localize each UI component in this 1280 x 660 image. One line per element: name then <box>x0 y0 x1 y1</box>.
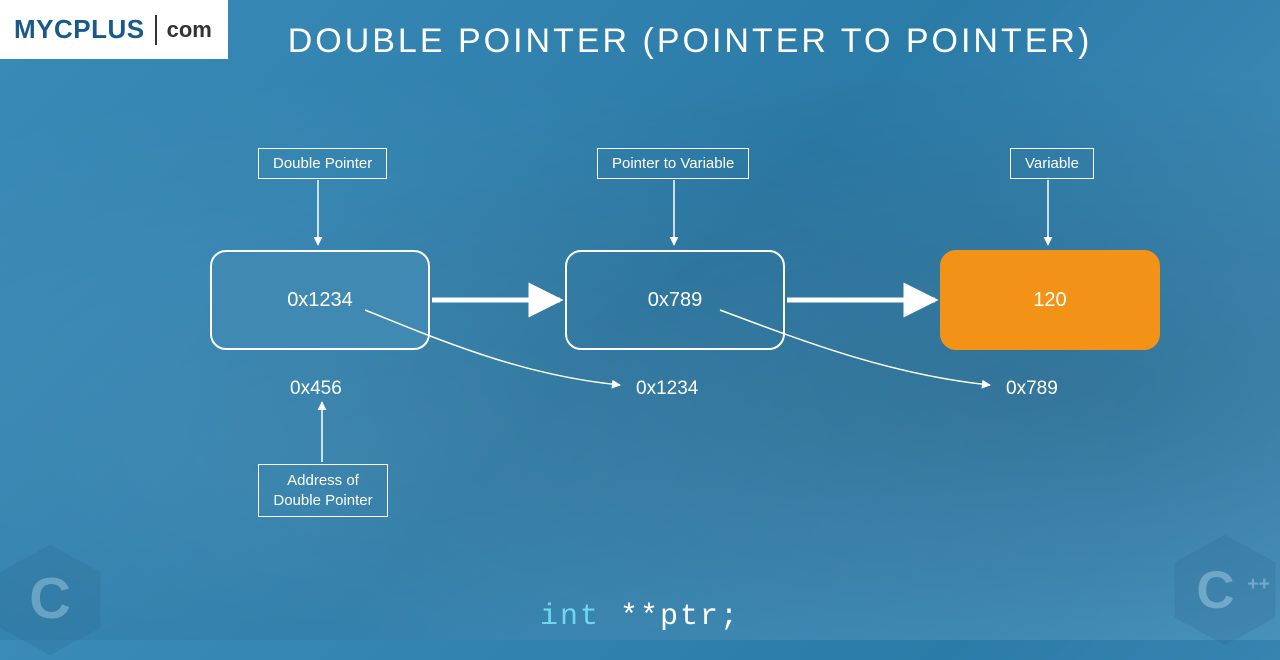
code-keyword: int <box>540 600 600 634</box>
address-box3: 0x789 <box>1006 378 1058 400</box>
code-snippet: int **ptr; <box>0 600 1280 634</box>
cpp-badge-icon: C ++ <box>1165 530 1280 650</box>
label-address-of-double-pointer: Address ofDouble Pointer <box>258 464 388 517</box>
box-double-pointer-value: 0x1234 <box>287 289 353 312</box>
svg-text:C: C <box>1196 561 1234 620</box>
label-double-pointer: Double Pointer <box>258 148 387 179</box>
box-variable-value: 120 <box>1033 289 1066 312</box>
page-title: DOUBLE POINTER (POINTER TO POINTER) <box>0 22 1280 61</box>
box-pointer-value: 0x789 <box>648 289 703 312</box>
box-pointer: 0x789 <box>565 250 785 350</box>
code-rest: **ptr; <box>600 600 740 634</box>
label-pointer-to-variable: Pointer to Variable <box>597 148 749 179</box>
svg-text:C: C <box>29 567 71 631</box>
box-double-pointer: 0x1234 <box>210 250 430 350</box>
box-variable: 120 <box>940 250 1160 350</box>
address-box1: 0x456 <box>290 378 342 400</box>
svg-text:++: ++ <box>1247 574 1269 595</box>
c-badge-icon: C <box>0 540 110 660</box>
address-box2: 0x1234 <box>636 378 698 400</box>
label-variable: Variable <box>1010 148 1094 179</box>
